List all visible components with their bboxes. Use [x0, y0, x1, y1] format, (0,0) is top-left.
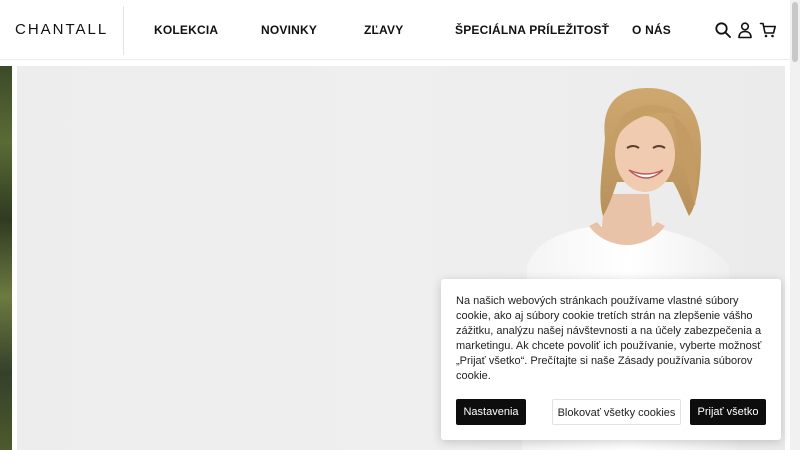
accept-all-cookies-button[interactable]: Prijať všetko — [690, 399, 766, 425]
cookie-settings-button[interactable]: Nastavenia — [456, 399, 526, 425]
brand-logo[interactable]: CHANTALL — [15, 21, 108, 38]
scrollbar-thumb[interactable] — [792, 2, 798, 62]
page-scrollbar[interactable] — [790, 0, 800, 450]
user-icon[interactable] — [736, 21, 754, 39]
cookie-consent-dialog: Na našich webových stránkach používame v… — [441, 279, 781, 440]
nav-item-o-nas[interactable]: O NÁS — [632, 23, 671, 37]
nav-item-kolekcia[interactable]: KOLEKCIA — [154, 23, 218, 37]
cart-icon[interactable] — [759, 21, 777, 39]
foliage-image-edge — [0, 66, 12, 450]
cookie-consent-text: Na našich webových stránkach používame v… — [456, 295, 762, 382]
nav-item-specialna-prilezitost[interactable]: ŠPECIÁLNA PRÍLEŽITOSŤ — [455, 23, 609, 37]
site-header: CHANTALL KOLEKCIA NOVINKY ZĽAVY ŠPECIÁLN… — [0, 0, 790, 60]
search-icon[interactable] — [714, 21, 732, 39]
block-all-cookies-button[interactable]: Blokovať všetky cookies — [552, 399, 681, 425]
header-divider — [123, 6, 124, 55]
nav-item-zlavy[interactable]: ZĽAVY — [364, 23, 403, 37]
nav-item-novinky[interactable]: NOVINKY — [261, 23, 317, 37]
